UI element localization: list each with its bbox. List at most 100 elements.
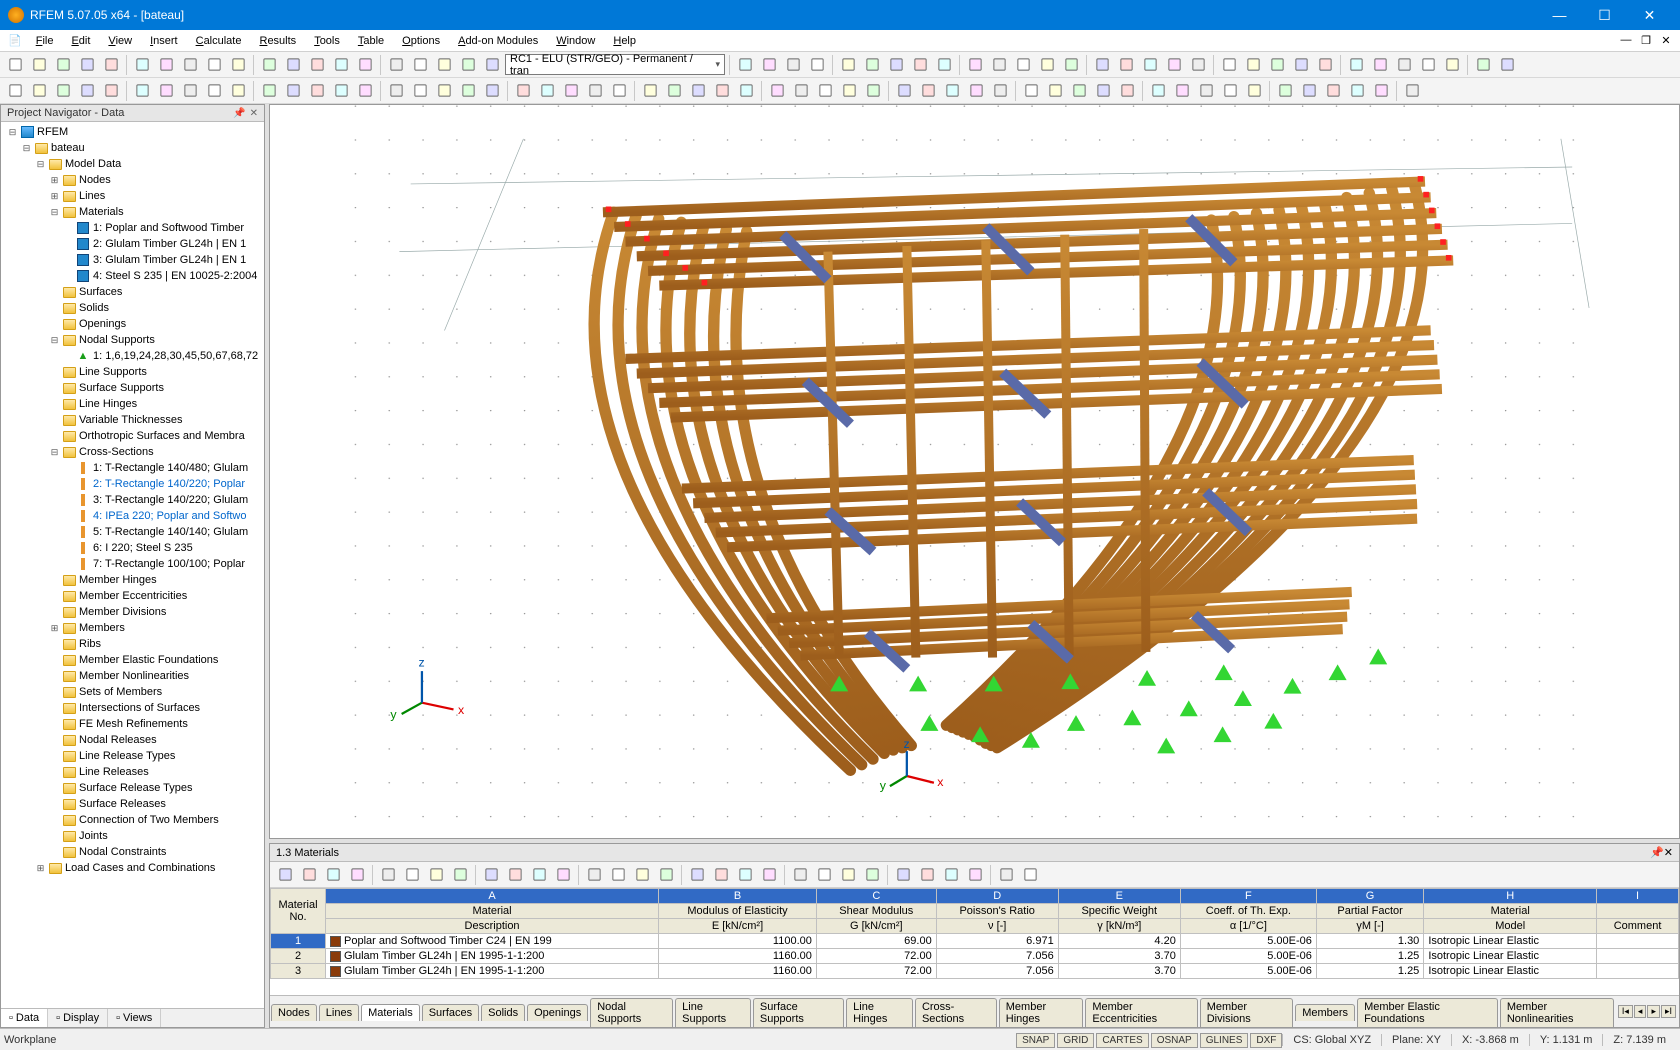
table-tab-nodal-supports[interactable]: Nodal Supports [590, 998, 673, 1027]
tree-item[interactable]: Intersections of Surfaces [1, 700, 264, 716]
tab-next[interactable]: ▸ [1647, 1005, 1660, 1018]
expand-icon[interactable] [49, 319, 60, 330]
tb1-btn-39[interactable] [1187, 54, 1209, 76]
status-chip-cartes[interactable]: CARTES [1096, 1033, 1148, 1048]
tab-first[interactable]: I◂ [1618, 1005, 1633, 1018]
table-tab-member-elastic-foundations[interactable]: Member Elastic Foundations [1357, 998, 1498, 1027]
menu-options[interactable]: Options [394, 33, 448, 49]
tb1-btn-8[interactable] [203, 54, 225, 76]
dp-toolbar-btn-13[interactable] [607, 864, 629, 886]
expand-icon[interactable] [49, 783, 60, 794]
tb2-btn-26[interactable] [663, 80, 685, 102]
tb2-btn-37[interactable] [941, 80, 963, 102]
tb1-btn-7[interactable] [179, 54, 201, 76]
tree-item[interactable]: 5: T-Rectangle 140/140; Glulam [1, 524, 264, 540]
tb2-btn-24[interactable] [608, 80, 630, 102]
tb2-btn-7[interactable] [179, 80, 201, 102]
expand-icon[interactable] [49, 751, 60, 762]
maximize-button[interactable]: ☐ [1582, 0, 1627, 30]
tb2-btn-27[interactable] [687, 80, 709, 102]
tb1-btn-26[interactable] [861, 54, 883, 76]
expand-icon[interactable]: ⊟ [35, 159, 46, 170]
tb1-btn-5[interactable] [131, 54, 153, 76]
dp-toolbar-btn-29[interactable] [1019, 864, 1041, 886]
tb1-btn-33[interactable] [1036, 54, 1058, 76]
tree-item[interactable]: Line Supports [1, 364, 264, 380]
tb1-btn-22[interactable] [758, 54, 780, 76]
tb1-btn-9[interactable] [227, 54, 249, 76]
tree-item[interactable]: Line Release Types [1, 748, 264, 764]
materials-table[interactable]: MaterialNo.ABCDEFGHIMaterialModulus of E… [270, 888, 1679, 979]
tb1-btn-42[interactable] [1266, 54, 1288, 76]
tree-model-data[interactable]: ⊟Model Data [1, 156, 264, 172]
tb2-btn-11[interactable] [282, 80, 304, 102]
dp-toolbar-btn-17[interactable] [710, 864, 732, 886]
tb2-btn-4[interactable] [100, 80, 122, 102]
expand-icon[interactable] [49, 799, 60, 810]
tb2-btn-9[interactable] [227, 80, 249, 102]
tb1-btn-43[interactable] [1290, 54, 1312, 76]
expand-icon[interactable] [63, 495, 74, 506]
expand-icon[interactable]: ⊞ [49, 191, 60, 202]
expand-icon[interactable] [49, 303, 60, 314]
tree-item[interactable]: 3: T-Rectangle 140/220; Glulam [1, 492, 264, 508]
tb2-btn-51[interactable] [1298, 80, 1320, 102]
tree-item[interactable]: 7: T-Rectangle 100/100; Poplar [1, 556, 264, 572]
expand-icon[interactable]: ⊟ [49, 335, 60, 346]
tb1-btn-28[interactable] [909, 54, 931, 76]
expand-icon[interactable] [63, 239, 74, 250]
tree-project[interactable]: ⊟bateau [1, 140, 264, 156]
dp-toolbar-btn-2[interactable] [322, 864, 344, 886]
menu-results[interactable]: Results [251, 33, 304, 49]
tree-item[interactable]: Variable Thicknesses [1, 412, 264, 428]
3d-viewport[interactable]: x y z x y z [269, 104, 1680, 839]
nav-tab-display[interactable]: ▫Display [48, 1009, 108, 1027]
tree-item[interactable]: 4: IPEa 220; Poplar and Softwo [1, 508, 264, 524]
tb2-btn-2[interactable] [52, 80, 74, 102]
dp-toolbar-btn-15[interactable] [655, 864, 677, 886]
dp-toolbar-btn-18[interactable] [734, 864, 756, 886]
status-chip-snap[interactable]: SNAP [1016, 1033, 1055, 1048]
tree-item[interactable]: Nodal Constraints [1, 844, 264, 860]
tree-item[interactable]: Member Eccentricities [1, 588, 264, 604]
tb1-btn-24[interactable] [806, 54, 828, 76]
tb1-btn-38[interactable] [1163, 54, 1185, 76]
dp-toolbar-btn-27[interactable] [964, 864, 986, 886]
menu-calculate[interactable]: Calculate [188, 33, 250, 49]
tb2-btn-12[interactable] [306, 80, 328, 102]
tb2-btn-46[interactable] [1171, 80, 1193, 102]
tb2-btn-18[interactable] [457, 80, 479, 102]
menu-table[interactable]: Table [350, 33, 392, 49]
tb2-btn-49[interactable] [1243, 80, 1265, 102]
loadcase-combo[interactable]: RC1 - ELU (STR/GEO) - Permanent / tran [505, 54, 725, 75]
tb2-btn-21[interactable] [536, 80, 558, 102]
tree-item[interactable]: 4: Steel S 235 | EN 10025-2:2004 [1, 268, 264, 284]
tb1-btn-10[interactable] [258, 54, 280, 76]
table-tab-line-supports[interactable]: Line Supports [675, 998, 751, 1027]
dp-toolbar-btn-26[interactable] [940, 864, 962, 886]
status-chip-osnap[interactable]: OSNAP [1151, 1033, 1198, 1048]
tb1-btn-23[interactable] [782, 54, 804, 76]
tb1-btn-3[interactable] [76, 54, 98, 76]
tree-item[interactable]: Member Divisions [1, 604, 264, 620]
tb2-btn-13[interactable] [330, 80, 352, 102]
tb2-btn-25[interactable] [639, 80, 661, 102]
expand-icon[interactable] [63, 255, 74, 266]
table-tab-nodes[interactable]: Nodes [271, 1004, 317, 1021]
tree-item[interactable]: ⊞Load Cases and Combinations [1, 860, 264, 876]
tb1-btn-4[interactable] [100, 54, 122, 76]
tb1-btn-36[interactable] [1115, 54, 1137, 76]
table-tab-openings[interactable]: Openings [527, 1004, 588, 1021]
expand-icon[interactable] [63, 511, 74, 522]
nav-tab-views[interactable]: ▫Views [108, 1009, 161, 1027]
tree-item[interactable]: Sets of Members [1, 684, 264, 700]
expand-icon[interactable]: ⊞ [49, 623, 60, 634]
expand-icon[interactable] [49, 831, 60, 842]
expand-icon[interactable] [49, 431, 60, 442]
tb2-btn-16[interactable] [409, 80, 431, 102]
tb2-btn-33[interactable] [838, 80, 860, 102]
tb2-btn-15[interactable] [385, 80, 407, 102]
tb1-btn-50[interactable] [1472, 54, 1494, 76]
tree-item[interactable]: 2: Glulam Timber GL24h | EN 1 [1, 236, 264, 252]
tb1-btn-47[interactable] [1393, 54, 1415, 76]
